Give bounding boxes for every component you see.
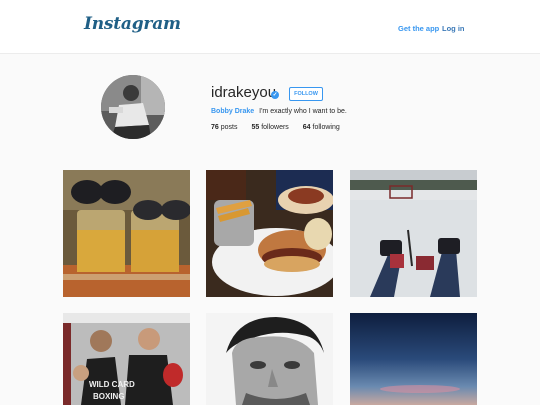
svg-text:WILD CARD: WILD CARD	[89, 380, 135, 389]
profile-stats: 76 posts 55 followers 64 following	[211, 124, 352, 131]
boxing-gym-photo: WILD CARD BOXING	[63, 313, 190, 405]
bio-text: I'm exactly who I want to be.	[259, 108, 347, 115]
top-navigation-bar: Instagram Get the app Log in	[0, 0, 540, 54]
followers-stat[interactable]: 55 followers	[251, 124, 288, 131]
post-tile-portrait[interactable]	[206, 313, 333, 405]
posts-label: posts	[220, 124, 238, 131]
avatar-photo	[101, 75, 165, 139]
instagram-logo[interactable]: Instagram	[84, 14, 181, 34]
get-the-app-link[interactable]: Get the app	[398, 24, 439, 33]
posts-stat: 76 posts	[211, 124, 237, 131]
sunset-sky-photo	[350, 313, 477, 405]
following-stat[interactable]: 64 following	[303, 124, 340, 131]
beer-mugs-sunglasses-photo	[63, 170, 190, 297]
profile-bio: Bobby Drake I'm exactly who I want to be…	[211, 108, 347, 115]
login-link[interactable]: Log in	[442, 24, 465, 33]
posts-count: 76	[211, 124, 219, 131]
profile-avatar[interactable]	[101, 75, 165, 139]
post-tile-frozen-lake[interactable]	[350, 170, 477, 297]
frozen-lake-hockey-photo	[350, 170, 477, 297]
bw-portrait-photo	[206, 313, 333, 405]
followers-label: followers	[261, 124, 289, 131]
post-tile-boxing[interactable]: WILD CARD BOXING	[63, 313, 190, 405]
post-tile-beer-mugs[interactable]	[63, 170, 190, 297]
post-tile-burger[interactable]	[206, 170, 333, 297]
following-count: 64	[302, 124, 311, 131]
profile-username: idrakeyou	[211, 84, 277, 101]
burger-fries-photo	[206, 170, 333, 297]
post-tile-sky[interactable]	[350, 313, 477, 405]
svg-text:BOXING: BOXING	[93, 392, 125, 401]
following-label: following	[312, 124, 340, 131]
verified-badge-icon: ✓	[271, 91, 279, 99]
followers-count: 55	[251, 124, 260, 131]
profile-full-name: Bobby Drake	[211, 108, 255, 115]
follow-button[interactable]: FOLLOW	[289, 87, 323, 101]
